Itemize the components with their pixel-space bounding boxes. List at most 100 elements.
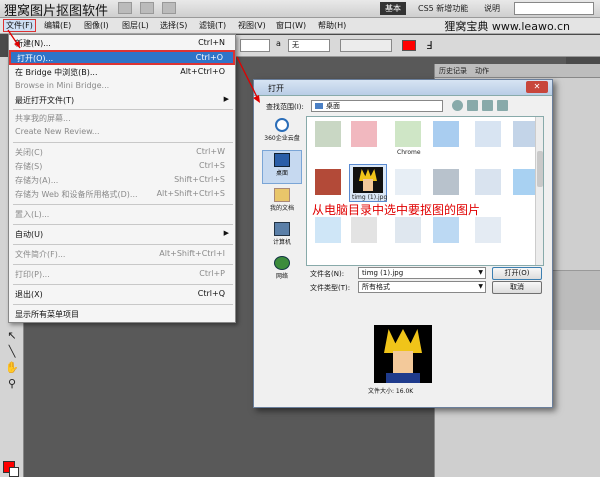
file-thumbnail[interactable]	[315, 121, 341, 147]
search-input[interactable]	[514, 2, 594, 15]
place-network[interactable]: 网络	[262, 254, 302, 288]
antialias-select[interactable]: 无	[288, 39, 330, 52]
places-bar: 360企业云盘 桌面 我的文档 计算机 网络	[262, 116, 302, 288]
selected-file-thumbnail	[353, 167, 383, 193]
filetype-label: 文件类型(T):	[310, 284, 351, 292]
menu-item-create-review[interactable]: Create New Review...	[9, 126, 235, 139]
file-thumbnail[interactable]	[395, 169, 421, 195]
file-thumbnail[interactable]	[475, 121, 501, 147]
hand-tool-icon[interactable]: ✋	[4, 361, 20, 375]
image-preview	[374, 325, 432, 383]
place-label: 桌面	[275, 170, 288, 177]
menu-window[interactable]: 窗口(W)	[276, 20, 306, 31]
menu-select[interactable]: 选择(S)	[160, 20, 187, 31]
open-dialog: 打开 ✕ 查找范围(I): 桌面 360企业云盘 桌面 我的文档 计算机 网络	[253, 79, 553, 408]
menu-item-mini-bridge[interactable]: Browse in Mini Bridge...	[9, 80, 235, 93]
place-label: 计算机	[272, 239, 291, 246]
menu-separator	[13, 304, 233, 305]
menu-image[interactable]: 图像(I)	[84, 20, 109, 31]
file-list-scrollbar[interactable]	[535, 117, 543, 265]
menu-item-file-info[interactable]: 文件简介(F)... Alt+Shift+Ctrl+I	[9, 248, 235, 261]
menu-item-print[interactable]: 打印(P)... Ctrl+P	[9, 268, 235, 281]
menu-view[interactable]: 视图(V)	[238, 20, 266, 31]
menu-item-automate[interactable]: 自动(U) ▶	[9, 228, 235, 241]
zoom-tool-icon[interactable]: ⚲	[4, 377, 20, 391]
selected-file-item[interactable]: timg (1).jpg	[349, 164, 387, 202]
menu-item-label: 在 Bridge 中浏览(B)...	[15, 68, 98, 77]
menu-item-recent-files[interactable]: 最近打开文件(T) ▶	[9, 94, 235, 107]
menu-item-label: 新建(N)...	[15, 39, 51, 48]
file-thumbnail[interactable]	[433, 121, 459, 147]
up-folder-icon[interactable]	[467, 100, 478, 111]
new-folder-icon[interactable]	[482, 100, 493, 111]
filetype-select[interactable]: 所有格式 ▼	[358, 281, 486, 293]
look-in-select[interactable]: 桌面	[311, 100, 443, 112]
layers-panel-stub	[553, 270, 600, 330]
menu-edit[interactable]: 编辑(E)	[44, 20, 71, 31]
history-panel-tabs: 历史记录 动作	[435, 64, 600, 78]
menu-item-shortcut: Ctrl+W	[196, 147, 225, 156]
place-documents[interactable]: 我的文档	[262, 186, 302, 220]
font-size-select[interactable]	[240, 39, 270, 52]
menu-file[interactable]: 文件(F)	[3, 19, 36, 32]
back-icon[interactable]	[452, 100, 463, 111]
file-thumbnail[interactable]	[433, 217, 459, 243]
file-thumbnail[interactable]	[315, 169, 341, 195]
face-shape	[393, 351, 413, 373]
file-thumbnail[interactable]	[395, 217, 421, 243]
text-color-swatch[interactable]	[402, 40, 416, 51]
close-button[interactable]: ✕	[526, 81, 548, 93]
network-icon	[274, 256, 290, 270]
line-tool-icon[interactable]: ╲	[4, 345, 20, 359]
view-menu-icon[interactable]	[497, 100, 508, 111]
workspace-cs5-new-button[interactable]: CS5 新增功能	[418, 3, 468, 14]
menu-item-exit[interactable]: 退出(X) Ctrl+Q	[9, 288, 235, 301]
menu-item-browse-bridge[interactable]: 在 Bridge 中浏览(B)... Alt+Ctrl+O	[9, 66, 235, 79]
menu-item-share-screen[interactable]: 共享我的屏幕...	[9, 112, 235, 125]
align-buttons[interactable]	[340, 39, 392, 52]
menu-layer[interactable]: 图层(L)	[122, 20, 149, 31]
tab-actions[interactable]: 动作	[475, 66, 489, 76]
hair-shape	[384, 329, 422, 353]
file-thumbnail[interactable]	[433, 169, 459, 195]
menu-item-open[interactable]: 打开(O)... Ctrl+O	[9, 50, 235, 65]
filename-input[interactable]: timg (1).jpg ▼	[358, 267, 486, 279]
zoom-level-icon[interactable]	[118, 2, 132, 14]
menu-help[interactable]: 帮助(H)	[318, 20, 346, 31]
file-thumbnail[interactable]	[351, 121, 377, 147]
computer-icon	[274, 222, 290, 236]
warp-text-icon[interactable]: Ⅎ	[426, 39, 432, 52]
file-thumbnail[interactable]	[475, 169, 501, 195]
workspace-help-button[interactable]: 说明	[484, 3, 500, 14]
menu-item-show-all[interactable]: 显示所有菜单项目	[9, 308, 235, 321]
file-thumbnail[interactable]	[351, 217, 377, 243]
screen-mode-icon[interactable]	[162, 2, 176, 14]
place-label: 360企业云盘	[264, 135, 300, 142]
menu-item-save-for-web[interactable]: 存储为 Web 和设备所用格式(D)... Alt+Shift+Ctrl+S	[9, 188, 235, 201]
tab-history[interactable]: 历史记录	[439, 66, 467, 76]
menu-item-new[interactable]: 新建(N)... Ctrl+N	[9, 37, 235, 50]
background-color-swatch[interactable]	[9, 467, 19, 477]
file-thumbnail[interactable]	[315, 217, 341, 243]
menu-separator	[13, 204, 233, 205]
chevron-down-icon: ▼	[478, 269, 483, 276]
place-computer[interactable]: 计算机	[262, 220, 302, 254]
menu-item-close[interactable]: 关闭(C) Ctrl+W	[9, 146, 235, 159]
dialog-title: 打开	[268, 84, 284, 93]
menu-item-save[interactable]: 存储(S) Ctrl+S	[9, 160, 235, 173]
arrange-documents-icon[interactable]	[140, 2, 154, 14]
file-list[interactable]: Chrome timg (1).jpg	[306, 116, 544, 266]
open-button[interactable]: 打开(O)	[492, 267, 542, 280]
workspace-basic-button[interactable]: 基本	[380, 2, 406, 15]
path-select-icon[interactable]: ↖	[4, 329, 20, 343]
menu-item-save-as[interactable]: 存储为(A)... Shift+Ctrl+S	[9, 174, 235, 187]
file-thumbnail[interactable]	[395, 121, 421, 147]
menu-item-place[interactable]: 置入(L)...	[9, 208, 235, 221]
place-360-cloud[interactable]: 360企业云盘	[262, 116, 302, 150]
cancel-button[interactable]: 取消	[492, 281, 542, 294]
filename-value: timg (1).jpg	[362, 269, 404, 277]
place-desktop[interactable]: 桌面	[262, 150, 302, 184]
scrollbar-thumb[interactable]	[537, 151, 543, 187]
menu-filter[interactable]: 滤镜(T)	[199, 20, 226, 31]
file-thumbnail[interactable]	[475, 217, 501, 243]
